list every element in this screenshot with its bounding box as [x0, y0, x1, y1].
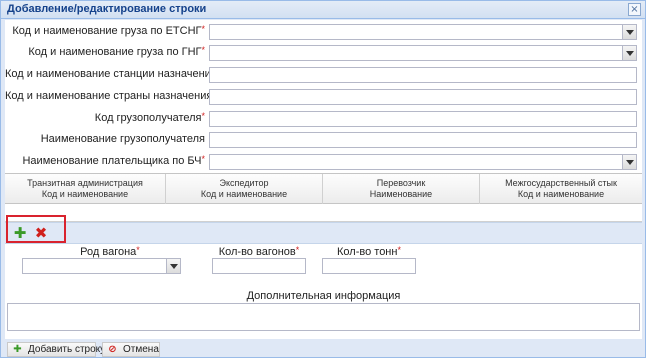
- grid-col-subtitle: Наименование: [369, 189, 433, 199]
- payer-label: Наименование плательщика по БЧ*: [5, 154, 205, 167]
- add-icon[interactable]: ✚: [12, 225, 28, 241]
- grid-col-subtitle: Код и наименование: [200, 189, 288, 199]
- dest-station-label: Код и наименование станции назначения*: [5, 67, 220, 80]
- dialog-titlebar: Добавление/редактирование строки ×: [1, 1, 645, 19]
- consignee-name-label: Наименование грузополучателя: [5, 133, 205, 145]
- consignee-name-field[interactable]: [209, 132, 637, 148]
- close-icon[interactable]: ×: [628, 3, 641, 16]
- add-icon: ✚: [13, 344, 22, 355]
- chevron-down-icon[interactable]: [622, 25, 636, 39]
- cargo-etsng-label-text: Код и наименование груза по ЕТСНГ: [12, 25, 202, 37]
- dialog-title: Добавление/редактирование строки: [7, 3, 207, 15]
- payer-label-text: Наименование плательщика по БЧ: [22, 155, 202, 167]
- cargo-etsng-combo[interactable]: [209, 24, 637, 40]
- cancel-icon: ⊘: [108, 344, 117, 355]
- wagon-type-combo[interactable]: [22, 258, 181, 274]
- grid-col-subtitle: Код и наименование: [517, 189, 605, 199]
- wagon-count-label-text: Кол-во вагонов: [218, 246, 296, 258]
- tons-field[interactable]: [322, 258, 416, 274]
- chevron-down-icon[interactable]: [622, 155, 636, 169]
- consignee-name-label-text: Наименование грузополучателя: [40, 133, 205, 145]
- cargo-etsng-label: Код и наименование груза по ЕТСНГ*: [5, 24, 205, 37]
- chevron-down-icon[interactable]: [166, 259, 180, 273]
- chevron-down-icon[interactable]: [622, 46, 636, 60]
- tons-label-text: Кол-во тонн: [337, 246, 398, 258]
- grid-header: Транзитная администрация Код и наименова…: [5, 174, 642, 204]
- extra-info-label: Дополнительная информация: [246, 290, 401, 302]
- consignee-code-label-text: Код грузополучателя: [94, 112, 202, 124]
- dest-station-field[interactable]: [209, 67, 637, 83]
- dest-country-label-text: Код и наименование страны назначения: [5, 90, 213, 102]
- grid-col-forwarder[interactable]: Экспедитор Код и наименование: [166, 174, 323, 204]
- required-mark: *: [397, 245, 401, 255]
- payer-combo[interactable]: [209, 154, 637, 170]
- edit-row-dialog: Добавление/редактирование строки × Код и…: [0, 0, 646, 358]
- add-row-button[interactable]: ✚ Добавить строку: [7, 342, 105, 357]
- grid-col-title: Перевозчик: [376, 178, 426, 188]
- extra-info-textarea[interactable]: [7, 303, 640, 331]
- cargo-gng-label-text: Код и наименование груза по ГНГ: [28, 46, 202, 58]
- grid-col-title: Межгосударственный стык: [505, 178, 617, 188]
- grid-col-title: Транзитная администрация: [27, 178, 143, 188]
- required-mark: *: [201, 45, 205, 55]
- consignee-code-field[interactable]: [209, 111, 637, 127]
- required-mark: *: [295, 245, 300, 255]
- add-row-label: Добавить строку: [28, 344, 106, 355]
- grid-col-subtitle: Код и наименование: [41, 189, 129, 199]
- required-mark: *: [201, 24, 205, 34]
- wagon-type-label: Род вагона*: [65, 245, 155, 258]
- wagon-count-label: Кол-во вагонов*: [212, 245, 306, 258]
- cancel-button[interactable]: ⊘ Отмена: [102, 342, 160, 357]
- wagon-type-label-text: Род вагона: [80, 246, 137, 258]
- tons-label: Кол-во тонн*: [322, 245, 416, 258]
- grid-col-carrier[interactable]: Перевозчик Наименование: [323, 174, 480, 204]
- transit-grid[interactable]: Транзитная администрация Код и наименова…: [5, 173, 642, 222]
- dest-country-label: Код и наименование страны назначения*: [5, 89, 216, 102]
- dest-country-field[interactable]: [209, 89, 637, 105]
- wagon-count-field[interactable]: [212, 258, 306, 274]
- required-mark: *: [136, 245, 140, 255]
- grid-toolbar: [5, 222, 642, 244]
- cancel-label: Отмена: [123, 344, 159, 355]
- consignee-code-label: Код грузополучателя*: [5, 111, 205, 124]
- required-mark: *: [201, 154, 205, 164]
- grid-col-transit-admin[interactable]: Транзитная администрация Код и наименова…: [5, 174, 166, 204]
- cargo-gng-label: Код и наименование груза по ГНГ*: [5, 45, 205, 58]
- cargo-gng-combo[interactable]: [209, 45, 637, 61]
- dialog-body: Код и наименование груза по ЕТСНГ* Код и…: [5, 20, 642, 339]
- required-mark: *: [201, 111, 205, 121]
- dest-station-label-text: Код и наименование станции назначения: [5, 68, 217, 80]
- grid-col-title: Экспедитор: [219, 178, 269, 188]
- delete-icon[interactable]: ✖: [33, 225, 49, 241]
- grid-col-border-junction[interactable]: Межгосударственный стык Код и наименован…: [480, 174, 642, 204]
